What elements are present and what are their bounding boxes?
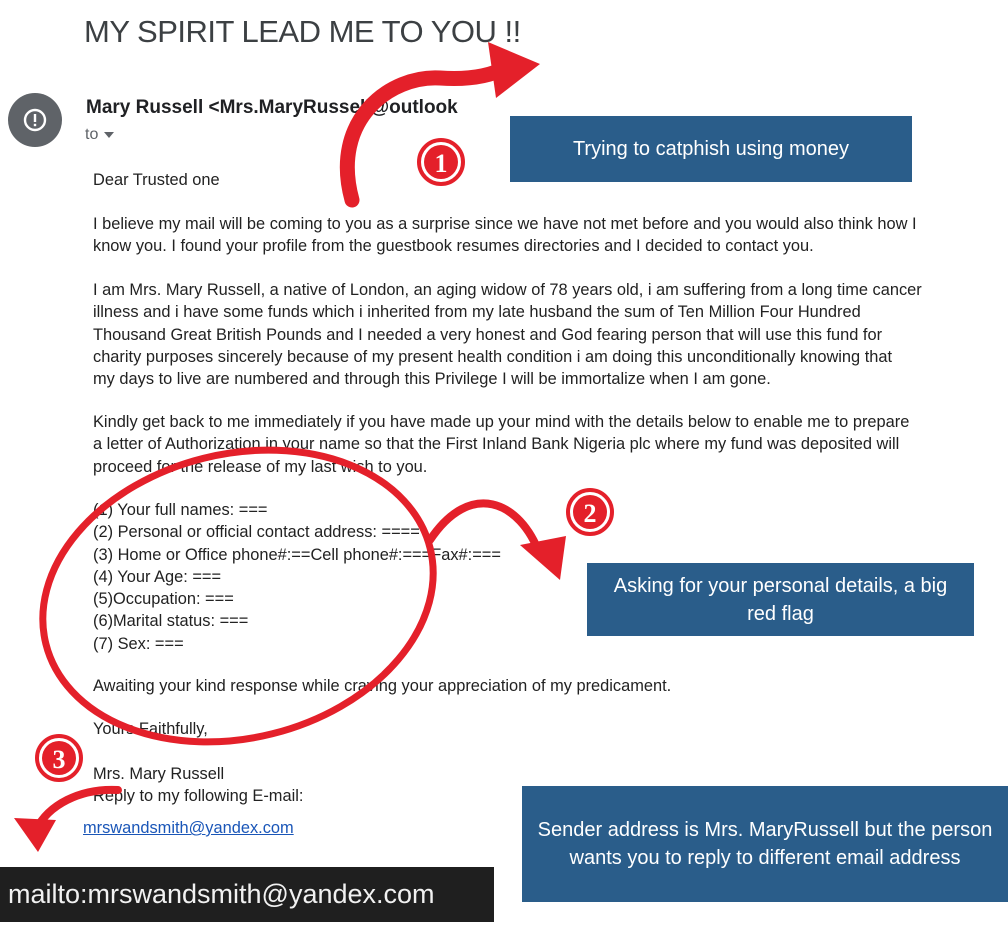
recipient-toggle[interactable]: to (85, 126, 115, 144)
paragraph-line: know you. I found your profile from the … (93, 237, 814, 256)
email-paragraph-3: Kindly get back to me immediately if you… (93, 411, 973, 478)
callout-reply-address-text: Sender address is Mrs. MaryRussell but t… (537, 819, 993, 869)
callout-catphish-text: Trying to catphish using money (572, 138, 850, 160)
sender-avatar[interactable] (8, 93, 62, 147)
marker-3-badge: 3 (35, 734, 83, 782)
email-signoff: Yours Faithfully, (93, 718, 973, 740)
alert-circle-icon (23, 108, 47, 132)
paragraph-line: Thousand Great British Pounds and I need… (93, 325, 883, 344)
caret-down-icon (104, 132, 115, 138)
callout-catphish: Trying to catphish using money (510, 116, 912, 182)
sender-name: Mary Russell <Mrs.MaryRussell@outlook (86, 97, 458, 118)
paragraph-line: I believe my mail will be coming to you … (93, 215, 917, 233)
email-subject: MY SPIRIT LEAD ME TO YOU !! (84, 14, 521, 49)
mailto-status-bar: mailto:mrswandsmith@yandex.com (0, 867, 494, 922)
signoff-text: Yours Faithfully, (93, 720, 208, 738)
paragraph-line: proceed for the release of my last wish … (93, 457, 428, 476)
email-closing: Awaiting your kind response while cravin… (93, 675, 973, 697)
email-paragraph-1: I believe my mail will be coming to you … (93, 213, 973, 258)
callout-reply-address: Sender address is Mrs. MaryRussell but t… (522, 786, 1008, 902)
paragraph-line: charity purposes sincerely because of my… (93, 347, 893, 366)
arrow-1-head-icon (488, 42, 540, 98)
callout-personal-details: Asking for your personal details, a big … (587, 563, 974, 636)
arrow-3-head-icon (14, 818, 56, 852)
paragraph-line: illness and i have some funds which i in… (93, 303, 861, 322)
paragraph-line: a letter of Authorization in your name s… (93, 435, 900, 454)
callout-personal-details-text: Asking for your personal details, a big … (613, 574, 948, 625)
marker-3-label: 3 (53, 745, 66, 774)
paragraph-line: my days to live are numbered and through… (93, 370, 771, 389)
details-item: (1) Your full names: === (93, 501, 268, 519)
details-item: (7) Sex: === (93, 634, 184, 653)
signature-name: Mrs. Mary Russell (93, 765, 225, 783)
details-item: (2) Personal or official contact address… (93, 523, 420, 542)
email-paragraph-2: I am Mrs. Mary Russell, a native of Lond… (93, 279, 973, 390)
to-label: to (85, 126, 99, 143)
closing-text: Awaiting your kind response while cravin… (93, 677, 672, 695)
paragraph-line: Kindly get back to me immediately if you… (93, 413, 910, 431)
paragraph-line: I am Mrs. Mary Russell, a native of Lond… (93, 281, 922, 299)
